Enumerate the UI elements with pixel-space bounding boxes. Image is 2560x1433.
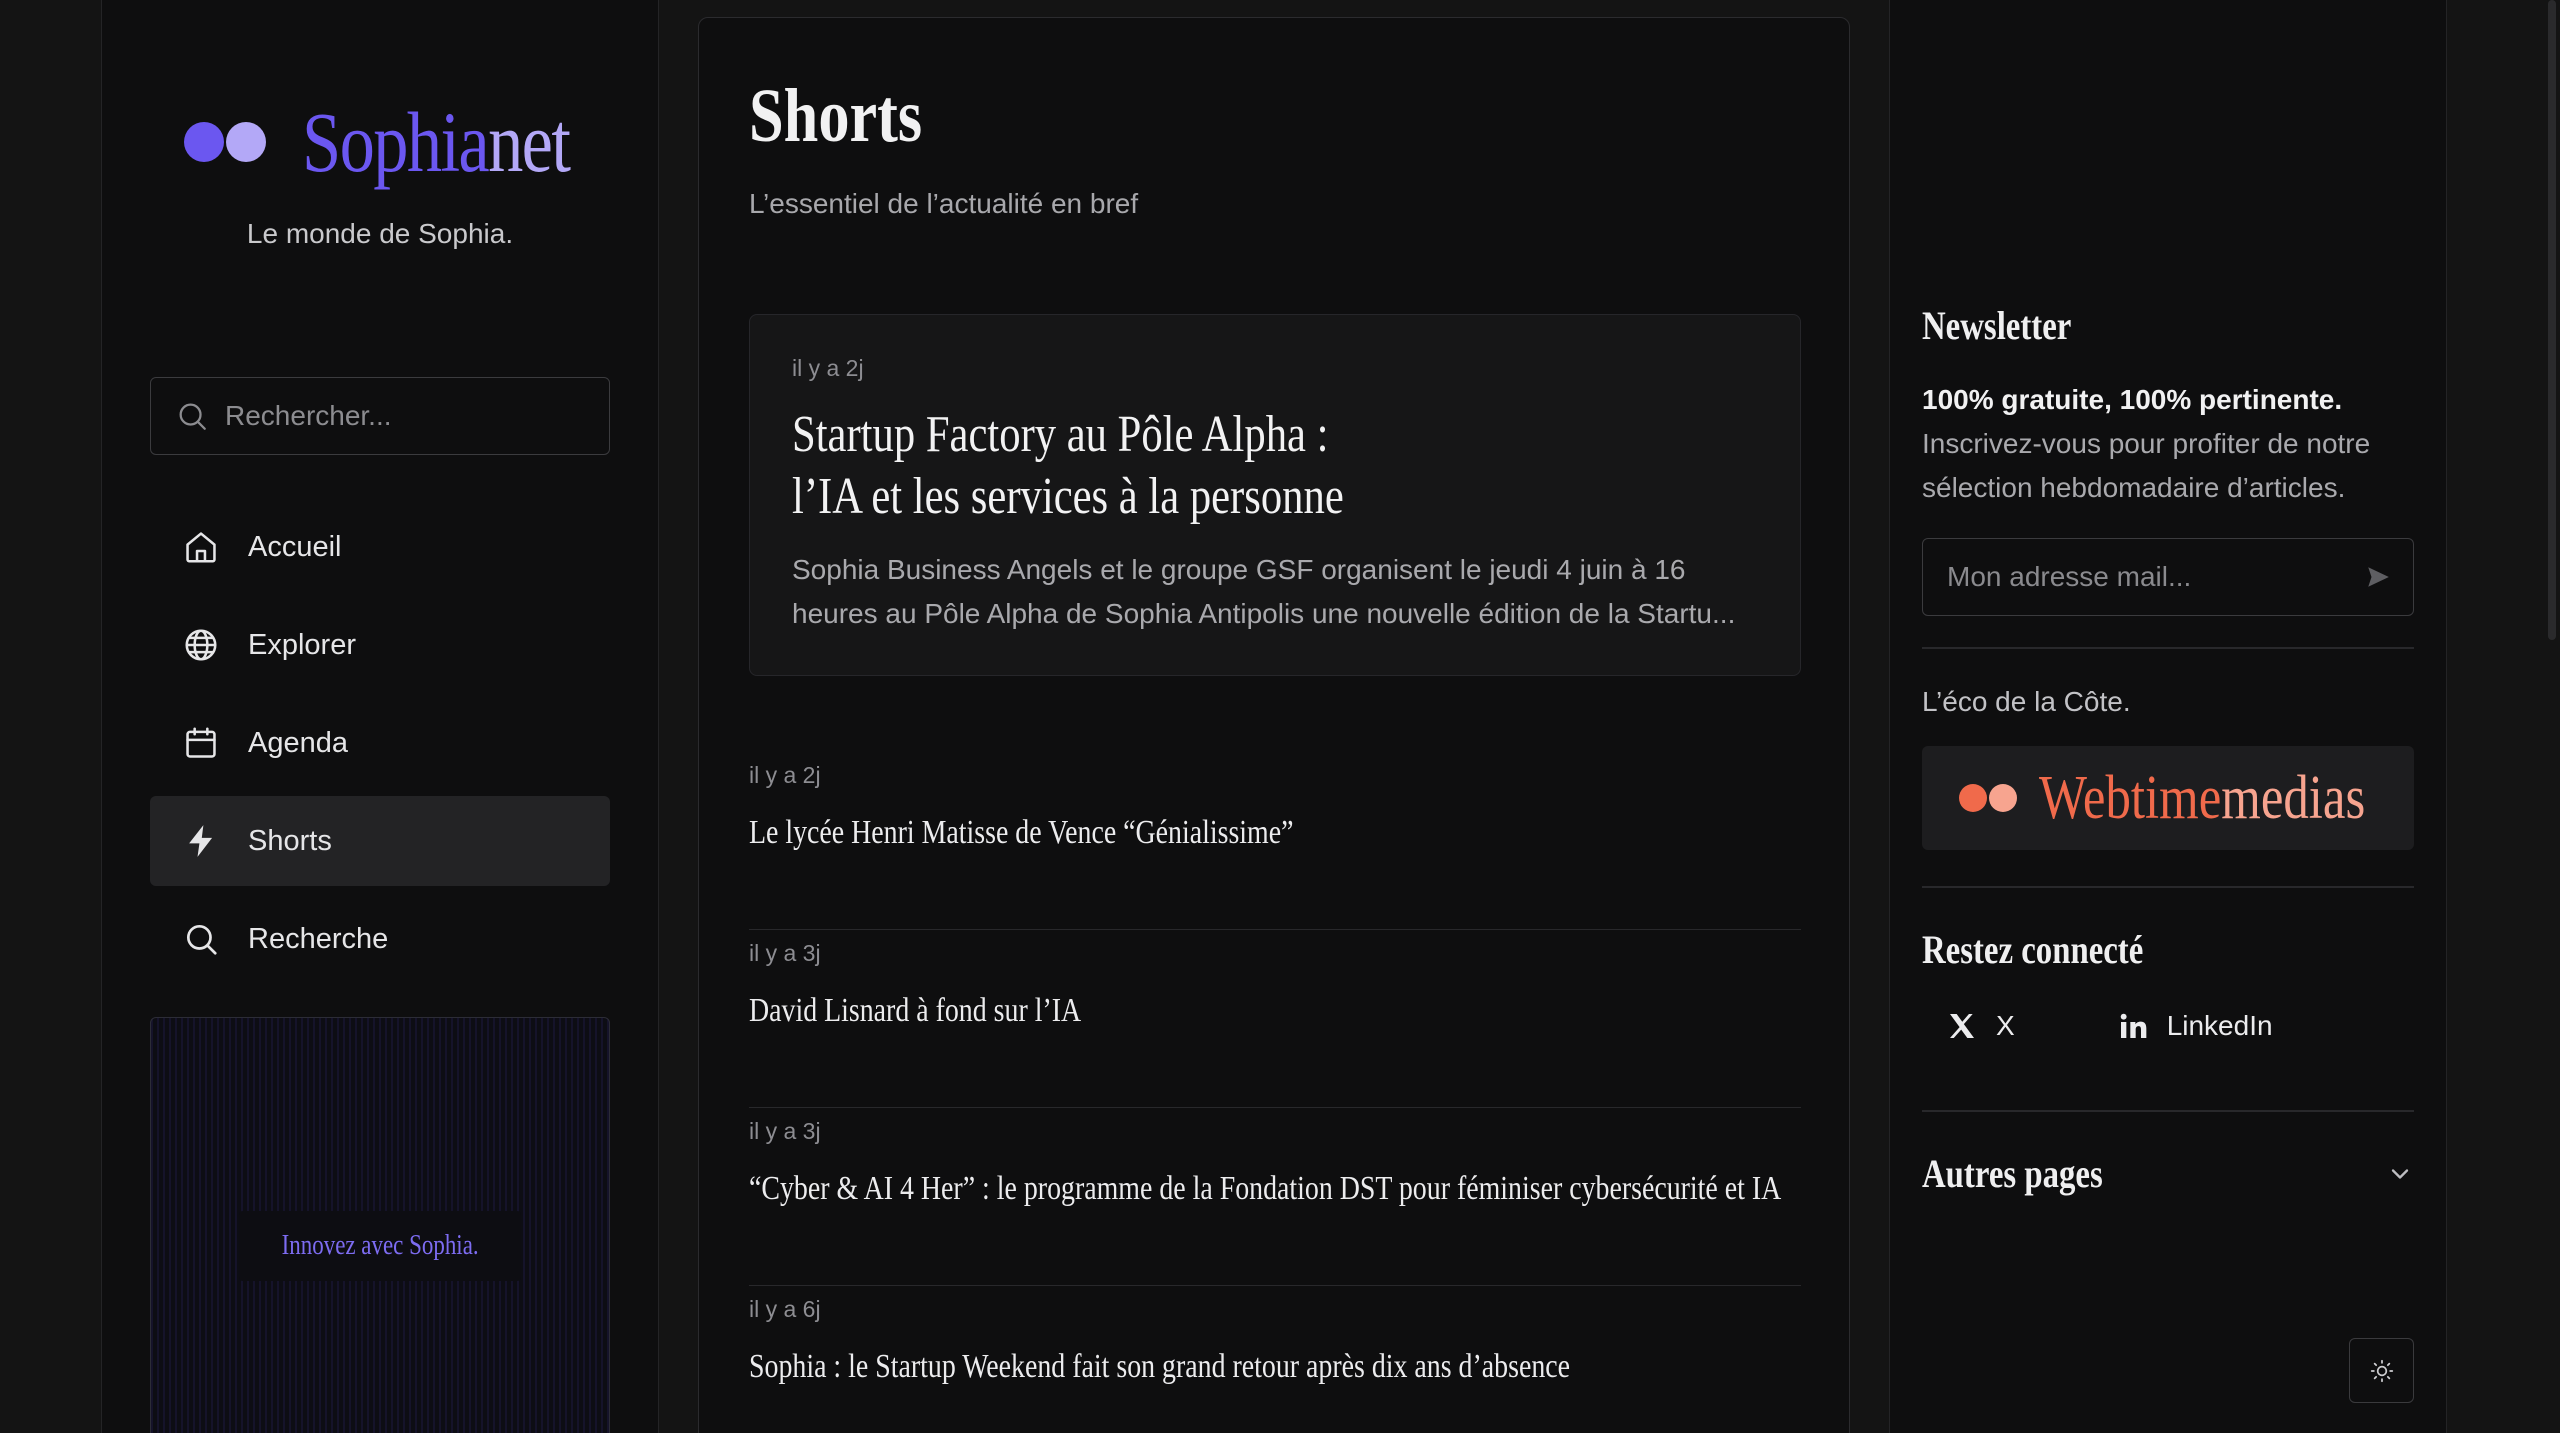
social-label: LinkedIn <box>2166 1010 2273 1041</box>
eco-section: L’éco de la Côte. Webtimemedias <box>1922 686 2414 850</box>
webtimemedias-banner[interactable]: Webtimemedias <box>1922 746 2414 850</box>
nav-label: Agenda <box>248 726 348 759</box>
send-icon[interactable] <box>2365 564 2391 590</box>
brand-dots-icon <box>1959 784 2018 812</box>
nav-item-accueil[interactable]: Accueil <box>150 502 610 592</box>
page-title: Shorts <box>749 74 923 158</box>
article-time: il y a 3j <box>749 940 821 966</box>
search-box[interactable] <box>150 377 610 455</box>
article-title[interactable]: “Cyber & AI 4 Her” : le programme de la … <box>749 1167 1781 1211</box>
featured-title-line: l’IA et les services à la personne <box>792 468 1344 525</box>
article-time: il y a 2j <box>749 762 821 788</box>
featured-article-title[interactable]: Startup Factory au Pôle Alpha : l’IA et … <box>792 404 1760 528</box>
logo-wordmark: Sophianet <box>302 94 571 190</box>
article-time: il y a 2j <box>792 355 864 381</box>
nav-label: Shorts <box>248 824 332 857</box>
article-time: il y a 6j <box>749 1296 821 1322</box>
promo-label: Innovez avec Sophia. <box>281 1230 479 1261</box>
other-pages-heading: Autres pages <box>1922 1151 2103 1196</box>
divider <box>1922 1110 2414 1112</box>
promo-banner[interactable]: Innovez avec Sophia. <box>150 1017 610 1433</box>
main-content: Shorts L’essentiel de l’actualité en bre… <box>698 17 1850 1433</box>
newsletter-heading: Newsletter <box>1922 303 2072 348</box>
theme-toggle-button[interactable] <box>2349 1338 2414 1403</box>
social-label: X <box>1996 1010 2015 1041</box>
main-nav: Accueil Explorer Agenda Shorts Recherche <box>150 502 610 992</box>
article-title[interactable]: Le lycée Henri Matisse de Vence “Géniali… <box>749 811 1293 855</box>
linkedin-icon <box>2120 1013 2147 1038</box>
search-input[interactable] <box>225 400 585 432</box>
article-time: il y a 3j <box>749 1118 821 1144</box>
right-sidebar: Newsletter 100% gratuite, 100% pertinent… <box>1889 0 2447 1433</box>
featured-article-excerpt: Sophia Business Angels et le groupe GSF … <box>792 554 1736 629</box>
site-tagline: Le monde de Sophia. <box>246 218 514 249</box>
newsletter-text: Inscrivez-vous pour profiter de notre sé… <box>1922 428 2371 503</box>
connect-heading: Restez connecté <box>1922 927 2144 972</box>
shorts-list: il y a 2j Le lycée Henri Matisse de Venc… <box>749 752 1801 1433</box>
promo-label-box: Innovez avec Sophia. <box>239 1211 521 1281</box>
logo-dots-icon <box>184 122 266 162</box>
nav-item-shorts[interactable]: Shorts <box>150 796 610 886</box>
newsletter-form <box>1922 538 2414 616</box>
divider <box>1922 886 2414 888</box>
email-field[interactable] <box>1947 561 2347 593</box>
social-links: X LinkedIn <box>1922 1010 2414 1042</box>
page-scrollbar[interactable] <box>2548 0 2556 640</box>
chevron-down-icon <box>2391 1169 2409 1179</box>
search-icon <box>179 403 206 430</box>
nav-label: Explorer <box>248 628 356 661</box>
sun-icon <box>2370 1359 2393 1382</box>
list-item[interactable]: il y a 2j Le lycée Henri Matisse de Venc… <box>749 752 1801 930</box>
home-icon <box>186 532 216 563</box>
list-item[interactable]: il y a 3j David Lisnard à fond sur l’IA <box>749 930 1801 1108</box>
list-item[interactable]: il y a 3j “Cyber & AI 4 Her” : le progra… <box>749 1108 1801 1286</box>
lightning-icon <box>189 825 213 857</box>
left-sidebar: Sophianet Le monde de Sophia. Accueil Ex… <box>101 0 659 1433</box>
newsletter-section: Newsletter 100% gratuite, 100% pertinent… <box>1922 306 2414 616</box>
article-title[interactable]: David Lisnard à fond sur l’IA <box>749 989 1081 1033</box>
page-subtitle: L’essentiel de l’actualité en bref <box>749 188 1139 219</box>
globe-icon <box>185 629 217 661</box>
eco-label: L’éco de la Côte. <box>1922 686 2131 717</box>
nav-label: Recherche <box>248 922 389 955</box>
article-title[interactable]: Sophia : le Startup Weekend fait son gra… <box>749 1345 1570 1389</box>
newsletter-strong-text: 100% gratuite, 100% pertinente. <box>1922 384 2343 415</box>
featured-article-card[interactable]: il y a 2j Startup Factory au Pôle Alpha … <box>749 314 1801 676</box>
site-logo[interactable]: Sophianet <box>184 92 628 192</box>
nav-label: Accueil <box>248 530 342 563</box>
list-item[interactable]: il y a 6j Sophia : le Startup Weekend fa… <box>749 1286 1801 1433</box>
featured-title-line: Startup Factory au Pôle Alpha : <box>792 406 1329 463</box>
social-link-x[interactable]: X <box>1922 1010 2015 1042</box>
calendar-icon <box>186 727 216 758</box>
other-pages-toggle[interactable]: Autres pages <box>1922 1154 2414 1194</box>
divider <box>1922 647 2414 649</box>
webtimemedias-logo: Webtimemedias <box>2039 764 2366 832</box>
nav-item-recherche[interactable]: Recherche <box>150 894 610 984</box>
search-icon <box>186 924 217 955</box>
connect-section: Restez connecté X LinkedIn <box>1922 930 2414 1042</box>
nav-item-explorer[interactable]: Explorer <box>150 600 610 690</box>
x-logo-icon <box>1950 1014 1974 1038</box>
nav-item-agenda[interactable]: Agenda <box>150 698 610 788</box>
social-link-linkedin[interactable]: LinkedIn <box>2093 1010 2273 1042</box>
